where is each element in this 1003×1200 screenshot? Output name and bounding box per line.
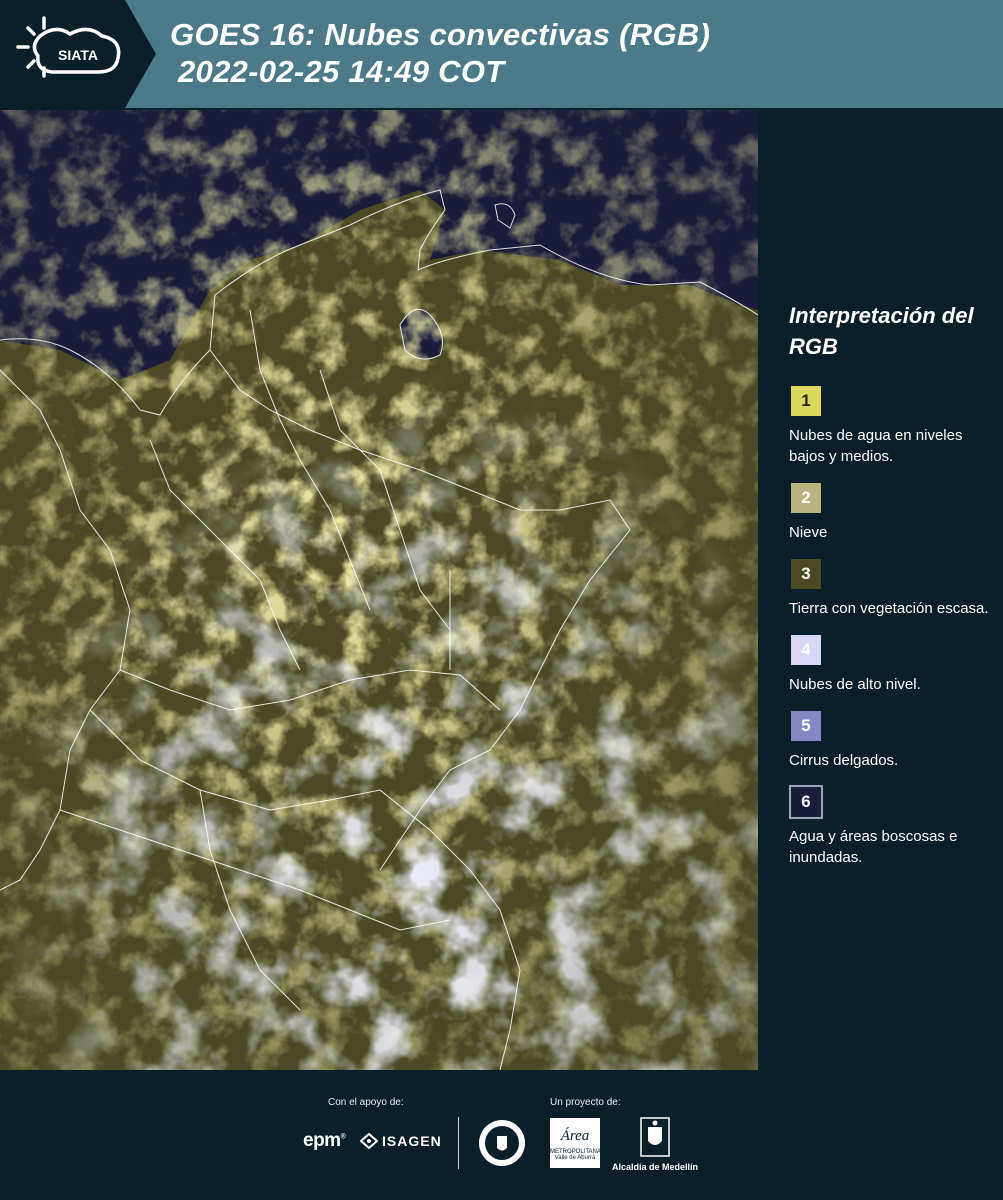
isagen-text: ISAGEN <box>382 1133 442 1149</box>
epm-text: epm <box>303 1130 341 1151</box>
legend-item: 4 Nubes de alto nivel. <box>789 633 995 695</box>
legend-label: Nubes de alto nivel. <box>789 676 921 693</box>
legend-item: 3 Tierra con vegetación escasa. <box>789 557 995 619</box>
legend-swatch: 2 <box>789 481 823 515</box>
isagen-logo: ISAGEN <box>360 1133 442 1149</box>
legend: Interpretación del RGB 1 Nubes de agua en… <box>770 300 995 882</box>
legend-label: Tierra con vegetación escasa. <box>789 600 989 617</box>
logo-text: SIATA <box>58 47 98 63</box>
legend-label: Nieve <box>789 524 828 541</box>
alcaldia-shield-icon <box>640 1117 670 1157</box>
footer-divider <box>458 1117 459 1169</box>
legend-item: 6 Agua y áreas boscosas e inundadas. <box>789 785 995 868</box>
area-metropolitana-logo: Área METROPOLITANA Valle de Aburrá <box>550 1118 601 1168</box>
legend-swatch: 5 <box>789 709 823 743</box>
legend-label: Nubes de agua en niveles bajos y medios. <box>789 427 963 465</box>
epm-logo: epm® <box>303 1130 346 1151</box>
isagen-icon <box>360 1133 378 1149</box>
support-label: Con el apoyo de: <box>328 1097 404 1108</box>
alcaldia-text: Alcaldía de Medellín <box>612 1162 699 1172</box>
legend-item: 1 Nubes de agua en niveles bajos y medios… <box>789 384 995 467</box>
legend-swatch: 6 <box>789 785 823 819</box>
legend-item: 5 Cirrus delgados. <box>789 709 995 771</box>
siata-logo: SIATA <box>0 0 156 108</box>
page-title: GOES 16: Nubes convectivas (RGB) <box>170 17 711 52</box>
header-bar: SIATA GOES 16: Nubes convectivas (RGB) 2… <box>0 0 1003 108</box>
timestamp: 2022-02-25 14:49 COT <box>178 54 505 89</box>
satellite-rgb-image <box>0 110 758 1070</box>
medellin-seal-icon <box>479 1120 525 1166</box>
legend-items: 1 Nubes de agua en niveles bajos y medios… <box>770 384 995 868</box>
footer: Con el apoyo de: epm® ISAGEN Un proyecto… <box>0 1070 1003 1200</box>
area-title: Área <box>560 1128 590 1144</box>
legend-item: 2 Nieve <box>789 481 995 543</box>
legend-title: Interpretación del RGB <box>789 303 974 359</box>
legend-label: Agua y áreas boscosas e inundadas. <box>789 828 958 866</box>
high-cloud-layer <box>0 110 758 1070</box>
satellite-map <box>0 110 758 1070</box>
project-label: Un proyecto de: <box>550 1097 621 1108</box>
legend-label: Cirrus delgados. <box>789 752 899 769</box>
area-subtitle2: Valle de Aburrá <box>554 1155 596 1161</box>
legend-swatch: 4 <box>789 633 823 667</box>
legend-swatch: 1 <box>789 384 823 418</box>
legend-swatch: 3 <box>789 557 823 591</box>
